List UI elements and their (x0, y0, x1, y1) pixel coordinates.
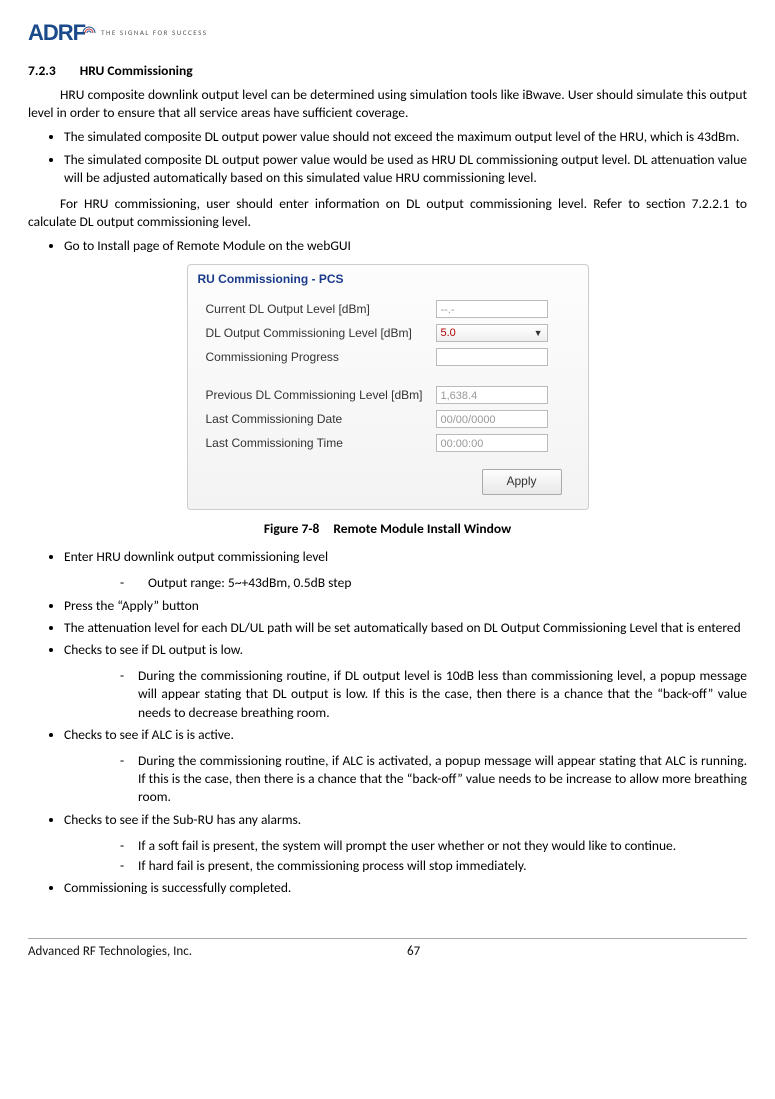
field-row-last-commissioning-time: Last Commissioning Time 00:00:00 (188, 431, 588, 455)
bulleted-list: Enter HRU downlink output commissioning … (28, 548, 747, 566)
bulleted-list: Checks to see if the Sub-RU has any alar… (28, 811, 747, 829)
section-heading: 7.2.3 HRU Commissioning (28, 62, 747, 80)
last-commissioning-time-field: 00:00:00 (436, 434, 548, 452)
field-label: Commissioning Progress (206, 349, 436, 365)
list-item: Output range: 5~+43dBm, 0.5dB step (120, 574, 747, 592)
commissioning-progress-field (436, 348, 548, 366)
dash-list: During the commissioning routine, if DL … (28, 667, 747, 722)
field-label: Previous DL Commissioning Level [dBm] (206, 387, 436, 403)
body-paragraph: For HRU commissioning, user should enter… (28, 195, 747, 231)
chevron-down-icon: ▼ (534, 324, 543, 342)
dash-list: If a soft fail is present, the system wi… (28, 837, 747, 875)
current-dl-output-field: --.- (436, 300, 548, 318)
list-item: Commissioning is successfully completed. (64, 879, 747, 897)
field-label: DL Output Commissioning Level [dBm] (206, 325, 436, 341)
section-title: HRU Commissioning (80, 62, 193, 80)
field-row-last-commissioning-date: Last Commissioning Date 00/00/0000 (188, 407, 588, 431)
footer-page-number: 67 (407, 943, 420, 961)
field-label: Current DL Output Level [dBm] (206, 301, 436, 317)
list-item: Go to Install page of Remote Module on t… (64, 237, 747, 255)
list-item: Press the “Apply” button (64, 597, 747, 615)
field-row-current-dl-output: Current DL Output Level [dBm] --.- (188, 297, 588, 321)
bulleted-list: The simulated composite DL output power … (28, 128, 747, 187)
section-number: 7.2.3 (28, 62, 56, 80)
list-item: During the commissioning routine, if DL … (120, 667, 747, 722)
list-item: Checks to see if ALC is is active. (64, 726, 747, 744)
bulleted-list: Commissioning is successfully completed. (28, 879, 747, 897)
bulleted-list: Press the “Apply” button The attenuation… (28, 597, 747, 660)
select-value: 5.0 (441, 324, 456, 342)
list-item: The simulated composite DL output power … (64, 151, 747, 187)
body-paragraph: HRU composite downlink output level can … (28, 86, 747, 122)
list-item: Enter HRU downlink output commissioning … (64, 548, 747, 566)
figure-title: Remote Module Install Window (333, 520, 511, 537)
logo-tagline: THE SIGNAL FOR SUCCESS (101, 28, 207, 37)
footer-company: Advanced RF Technologies, Inc. (28, 943, 192, 961)
list-item: During the commissioning routine, if ALC… (120, 752, 747, 807)
field-label: Last Commissioning Time (206, 435, 436, 451)
bulleted-list: Go to Install page of Remote Module on t… (28, 237, 747, 255)
list-item: If a soft fail is present, the system wi… (120, 837, 747, 855)
list-item: Checks to see if the Sub-RU has any alar… (64, 811, 747, 829)
logo-text: ADRF (28, 18, 85, 48)
field-row-dl-commissioning-level: DL Output Commissioning Level [dBm] 5.0 … (188, 321, 588, 345)
figure-number: Figure 7-8 (264, 520, 319, 537)
list-item: The simulated composite DL output power … (64, 128, 747, 146)
dash-list: During the commissioning routine, if ALC… (28, 752, 747, 807)
list-item: Checks to see if DL output is low. (64, 641, 747, 659)
previous-dl-level-field: 1,638.4 (436, 386, 548, 404)
list-item: If hard fail is present, the commissioni… (120, 857, 747, 875)
figure-caption: Figure 7-8 Remote Module Install Window (28, 520, 747, 538)
field-row-commissioning-progress: Commissioning Progress (188, 345, 588, 369)
apply-button[interactable]: Apply (482, 469, 562, 495)
panel-title: RU Commissioning - PCS (188, 265, 588, 297)
page-footer: Advanced RF Technologies, Inc. 67 (28, 938, 747, 961)
wave-icon (81, 25, 97, 41)
dash-list: Output range: 5~+43dBm, 0.5dB step (28, 574, 747, 592)
list-item: The attenuation level for each DL/UL pat… (64, 619, 747, 637)
field-row-previous-dl-level: Previous DL Commissioning Level [dBm] 1,… (188, 383, 588, 407)
ru-commissioning-panel: RU Commissioning - PCS Current DL Output… (187, 264, 589, 510)
bulleted-list: Checks to see if ALC is is active. (28, 726, 747, 744)
header-logo: ADRF THE SIGNAL FOR SUCCESS (28, 18, 747, 48)
field-label: Last Commissioning Date (206, 411, 436, 427)
last-commissioning-date-field: 00/00/0000 (436, 410, 548, 428)
dl-commissioning-level-select[interactable]: 5.0 ▼ (436, 324, 548, 342)
